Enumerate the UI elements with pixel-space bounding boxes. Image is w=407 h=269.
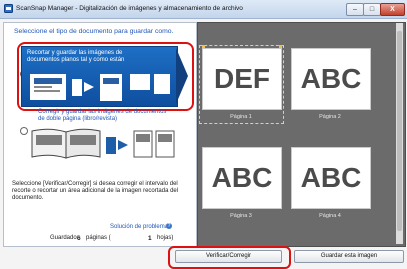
book-document-radio[interactable] [20, 127, 28, 135]
troubleshooting-link[interactable]: Solución de problemas [110, 224, 171, 230]
window-title: ScanSnap Manager - Digitalización de imá… [16, 5, 243, 12]
pages-word: páginas ( [86, 235, 111, 241]
option-flat-documents[interactable]: Recortar y guardar las imágenes de docum… [17, 42, 194, 111]
thumbnail-caption-4: Página 4 [319, 213, 341, 219]
thumbnail-caption-1: Página 1 [230, 114, 252, 120]
thumbnail-caption-3: Página 3 [230, 213, 252, 219]
option-flat-label: Recortar y guardar las imágenes de docum… [27, 50, 125, 63]
thumbnail-caption-2: Página 2 [319, 114, 341, 120]
page-thumbnail-1[interactable]: DEF [202, 48, 282, 110]
instruction-text: Seleccione el tipo de documento para gua… [14, 28, 174, 35]
maximize-button[interactable]: □ [363, 3, 381, 16]
scrollbar-thumb[interactable] [397, 31, 402, 231]
verify-description: Seleccione [Verificar/Corregir] si desea… [12, 181, 179, 201]
saved-count-row: Guardado: 6 páginas ( 1 hojas) [12, 235, 192, 243]
option-flat-card[interactable]: Recortar y guardar las imágenes de docum… [21, 46, 178, 107]
option-book-label: Corregir y guardar las imágenes de docum… [38, 109, 167, 122]
verify-correct-button[interactable]: Verificar/Corregir [175, 250, 282, 263]
page-thumbnail-2[interactable]: ABC [291, 48, 371, 110]
selected-option-arrow [176, 48, 188, 104]
help-icon[interactable]: ? [166, 223, 172, 229]
flat-document-illustration [30, 74, 170, 101]
sheets-word: hojas) [157, 235, 174, 241]
scansnap-app-icon [4, 4, 13, 13]
book-document-illustration [31, 128, 175, 159]
saved-label: Guardado: [50, 235, 79, 241]
page-thumbnail-3[interactable]: ABC [202, 147, 282, 209]
close-button[interactable]: X [380, 3, 405, 16]
page-thumbnail-4[interactable]: ABC [291, 147, 371, 209]
minimize-button[interactable]: – [346, 3, 364, 16]
option-book-documents[interactable]: Corregir y guardar las imágenes de docum… [28, 109, 178, 163]
save-image-button[interactable]: Guardar esta imagen [294, 250, 404, 263]
saved-sheets-count: 1 [148, 235, 152, 242]
saved-pages-count: 6 [77, 235, 81, 242]
